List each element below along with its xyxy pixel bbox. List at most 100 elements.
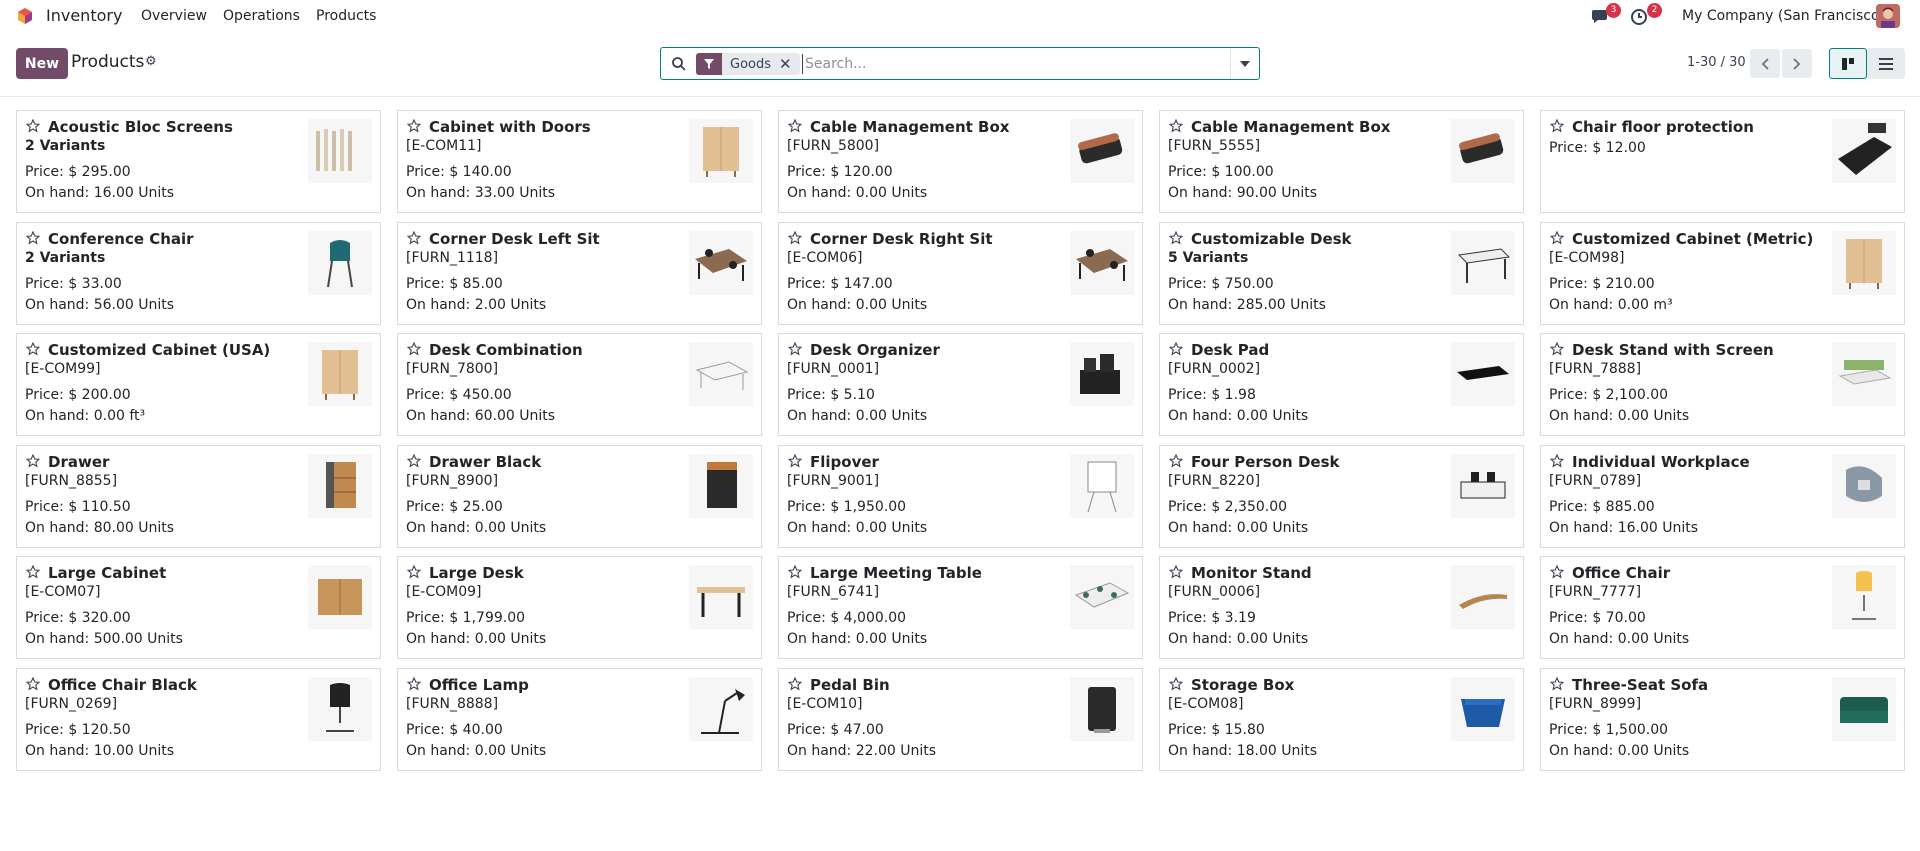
inventory-logo-icon[interactable] [16, 7, 34, 25]
product-price: Price: $ 120.50 [25, 722, 131, 738]
product-onhand: On hand: 0.00 Units [406, 520, 547, 536]
product-card[interactable]: Office Lamp [FURN_8888] Price: $ 40.00 On h… [397, 668, 762, 771]
menu-products[interactable]: Products [316, 8, 376, 24]
product-card[interactable]: Chair floor protection Price: $ 12.00 [1540, 110, 1905, 213]
product-card[interactable]: Cable Management Box [FURN_5800] Price: $ … [778, 110, 1143, 213]
search-options-toggle[interactable] [1230, 48, 1259, 79]
favorite-star-icon[interactable] [1550, 342, 1564, 356]
search-input[interactable] [802, 54, 1202, 74]
menu-operations[interactable]: Operations [223, 8, 300, 24]
product-price: Price: $ 1,950.00 [787, 499, 907, 515]
favorite-star-icon[interactable] [407, 677, 421, 691]
facet-close-icon[interactable]: ✕ [779, 55, 800, 73]
favorite-star-icon[interactable] [407, 454, 421, 468]
favorite-star-icon[interactable] [26, 454, 40, 468]
drawer-black-icon [689, 454, 753, 518]
product-card[interactable]: Desk Pad [FURN_0002] Price: $ 1.98 On hand:… [1159, 333, 1524, 436]
company-switcher[interactable]: My Company (San Francisco) [1682, 8, 1885, 24]
product-card[interactable]: Three-Seat Sofa [FURN_8999] Price: $ 1,500… [1540, 668, 1905, 771]
product-card[interactable]: Large Meeting Table [FURN_6741] Price: $ 4… [778, 556, 1143, 659]
favorite-star-icon[interactable] [788, 231, 802, 245]
favorite-star-icon[interactable] [1550, 454, 1564, 468]
favorite-star-icon[interactable] [1169, 119, 1183, 133]
product-name: Chair floor protection [1572, 118, 1754, 136]
product-name: Desk Stand with Screen [1572, 341, 1774, 359]
product-card[interactable]: Corner Desk Right Sit [E-COM06] Price: $ 1… [778, 222, 1143, 325]
favorite-star-icon[interactable] [26, 231, 40, 245]
product-card[interactable]: Storage Box [E-COM08] Price: $ 15.80 On han… [1159, 668, 1524, 771]
gear-icon[interactable]: ⚙ [145, 54, 157, 69]
favorite-star-icon[interactable] [407, 565, 421, 579]
product-reference: [E-COM08] [1168, 696, 1244, 712]
product-card[interactable]: Customizable Desk 5 Variants Price: $ 750.… [1159, 222, 1524, 325]
product-onhand: On hand: 16.00 Units [25, 185, 175, 201]
menu-overview[interactable]: Overview [141, 8, 207, 24]
product-card[interactable]: Corner Desk Left Sit [FURN_1118] Price: $ … [397, 222, 762, 325]
pager-previous-button[interactable] [1750, 49, 1780, 78]
product-price: Price: $ 3.19 [1168, 610, 1256, 626]
product-card[interactable]: Monitor Stand [FURN_0006] Price: $ 3.19 On … [1159, 556, 1524, 659]
favorite-star-icon[interactable] [788, 677, 802, 691]
product-card[interactable]: Conference Chair 2 Variants Price: $ 33.00… [16, 222, 381, 325]
product-card[interactable]: Desk Stand with Screen [FURN_7888] Price: … [1540, 333, 1905, 436]
product-card[interactable]: Desk Organizer [FURN_0001] Price: $ 5.10 On… [778, 333, 1143, 436]
favorite-star-icon[interactable] [407, 231, 421, 245]
product-reference: [FURN_7777] [1549, 584, 1642, 600]
product-name: Large Meeting Table [810, 564, 982, 582]
favorite-star-icon[interactable] [788, 119, 802, 133]
favorite-star-icon[interactable] [1169, 677, 1183, 691]
desk-pad-icon [1451, 342, 1515, 406]
pager-value[interactable]: 1-30 / 30 [1687, 55, 1746, 70]
product-card[interactable]: Large Cabinet [E-COM07] Price: $ 320.00 On … [16, 556, 381, 659]
favorite-star-icon[interactable] [788, 454, 802, 468]
favorite-star-icon[interactable] [1169, 454, 1183, 468]
product-card[interactable]: Individual Workplace [FURN_0789] Price: $ … [1540, 445, 1905, 548]
product-card[interactable]: Office Chair Black [FURN_0269] Price: $ 12… [16, 668, 381, 771]
favorite-star-icon[interactable] [407, 119, 421, 133]
favorite-star-icon[interactable] [788, 342, 802, 356]
favorite-star-icon[interactable] [1169, 231, 1183, 245]
search-icon[interactable] [671, 56, 687, 72]
favorite-star-icon[interactable] [26, 342, 40, 356]
product-card[interactable]: Four Person Desk [FURN_8220] Price: $ 2,35… [1159, 445, 1524, 548]
product-card[interactable]: Cabinet with Doors [E-COM11] Price: $ 140.… [397, 110, 762, 213]
product-card[interactable]: Desk Combination [FURN_7800] Price: $ 450.… [397, 333, 762, 436]
favorite-star-icon[interactable] [407, 342, 421, 356]
product-card[interactable]: Drawer [FURN_8855] Price: $ 110.50 On hand:… [16, 445, 381, 548]
product-variants: 2 Variants [25, 138, 106, 154]
product-name: Customized Cabinet (USA) [48, 341, 271, 359]
favorite-star-icon[interactable] [1169, 342, 1183, 356]
pager-next-button[interactable] [1782, 49, 1812, 78]
product-card[interactable]: Large Desk [E-COM09] Price: $ 1,799.00 On h… [397, 556, 762, 659]
product-card[interactable]: Flipover [FURN_9001] Price: $ 1,950.00 On h… [778, 445, 1143, 548]
product-card[interactable]: Drawer Black [FURN_8900] Price: $ 25.00 On … [397, 445, 762, 548]
list-view-button[interactable] [1867, 48, 1905, 79]
product-card[interactable]: Cable Management Box [FURN_5555] Price: $ … [1159, 110, 1524, 213]
product-card[interactable]: Acoustic Bloc Screens 2 Variants Price: $ … [16, 110, 381, 213]
favorite-star-icon[interactable] [26, 565, 40, 579]
favorite-star-icon[interactable] [1550, 677, 1564, 691]
user-avatar[interactable] [1876, 4, 1900, 28]
favorite-star-icon[interactable] [1169, 565, 1183, 579]
product-price: Price: $ 12.00 [1549, 140, 1646, 156]
product-onhand: On hand: 0.00 Units [787, 408, 928, 424]
sofa-icon [1832, 677, 1896, 741]
product-onhand: On hand: 0.00 Units [787, 520, 928, 536]
product-price: Price: $ 750.00 [1168, 276, 1274, 292]
favorite-star-icon[interactable] [1550, 119, 1564, 133]
filter-icon [696, 53, 722, 75]
product-card[interactable]: Customized Cabinet (Metric) [E-COM98] Pric… [1540, 222, 1905, 325]
product-card[interactable]: Office Chair [FURN_7777] Price: $ 70.00 On … [1540, 556, 1905, 659]
product-card[interactable]: Pedal Bin [E-COM10] Price: $ 47.00 On hand:… [778, 668, 1143, 771]
favorite-star-icon[interactable] [788, 565, 802, 579]
favorite-star-icon[interactable] [1550, 565, 1564, 579]
product-reference: [FURN_8888] [406, 696, 499, 712]
product-reference: [E-COM09] [406, 584, 482, 600]
app-name[interactable]: Inventory [46, 6, 122, 25]
new-button[interactable]: New [16, 48, 68, 79]
favorite-star-icon[interactable] [26, 119, 40, 133]
kanban-view-button[interactable] [1829, 48, 1867, 79]
product-card[interactable]: Customized Cabinet (USA) [E-COM99] Price: … [16, 333, 381, 436]
favorite-star-icon[interactable] [26, 677, 40, 691]
favorite-star-icon[interactable] [1550, 231, 1564, 245]
